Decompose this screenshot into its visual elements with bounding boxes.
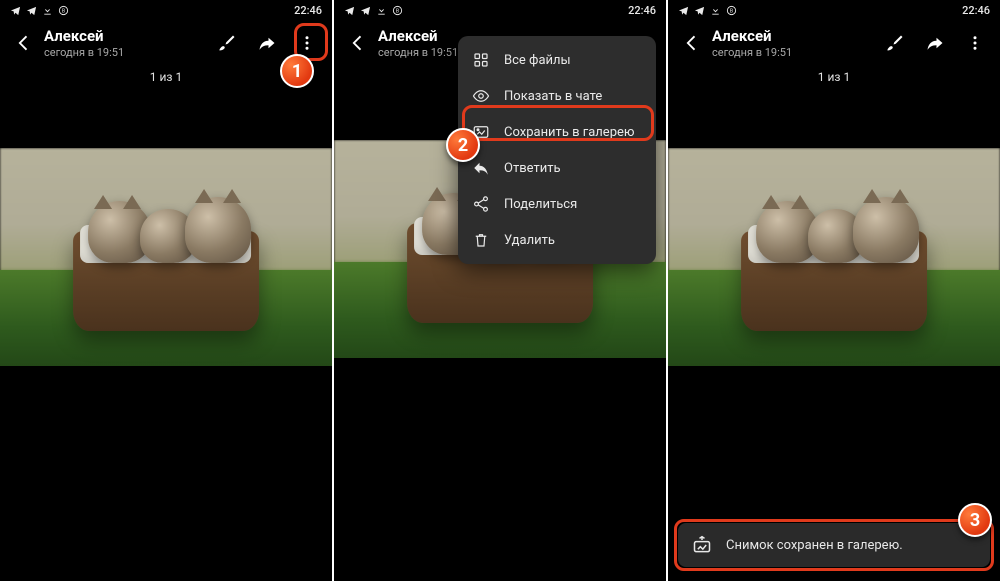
forward-button[interactable]	[916, 24, 954, 62]
app-badge-icon: B	[58, 5, 69, 16]
menu-show-in-chat[interactable]: Показать в чате	[458, 78, 656, 114]
forward-icon	[258, 34, 276, 52]
status-time: 22:46	[962, 4, 990, 17]
share-icon	[472, 195, 490, 213]
status-time: 22:46	[628, 4, 656, 17]
app-badge-icon: B	[392, 5, 403, 16]
more-vert-icon	[298, 34, 316, 52]
image-counter: 1 из 1	[668, 66, 1000, 94]
arrow-left-icon	[14, 33, 34, 53]
contact-name: Алексей	[378, 27, 458, 45]
download-icon	[42, 5, 53, 16]
svg-text:B: B	[62, 8, 65, 14]
app-bar: Алексей сегодня в 19:51	[668, 20, 1000, 66]
status-left: B	[10, 5, 69, 16]
status-bar: B 22:46	[668, 0, 1000, 20]
menu-label: Сохранить в галерею	[504, 125, 635, 140]
badge-1: 1	[280, 54, 314, 88]
telegram-icon	[360, 5, 371, 16]
trash-icon	[472, 231, 490, 249]
status-time: 22:46	[294, 4, 322, 17]
forward-icon	[926, 34, 944, 52]
back-button[interactable]	[340, 25, 376, 61]
back-button[interactable]	[6, 25, 42, 61]
badge-3: 3	[958, 503, 992, 537]
menu-label: Показать в чате	[504, 89, 602, 104]
badge-2: 2	[446, 128, 480, 162]
toast-saved: Снимок сохранен в галерею.	[678, 523, 990, 567]
photo-kittens	[668, 148, 1000, 366]
telegram-icon	[694, 5, 705, 16]
edit-button[interactable]	[876, 24, 914, 62]
svg-text:B: B	[730, 8, 733, 14]
screen-3: B 22:46 Алексей сегодня в 19:51 1 из 1	[668, 0, 1000, 581]
status-bar: B 22:46	[0, 0, 332, 20]
app-badge-icon: B	[726, 5, 737, 16]
more-button[interactable]	[956, 24, 994, 62]
status-bar: B 22:46	[334, 0, 666, 20]
contact-name: Алексей	[44, 27, 124, 45]
menu-all-files[interactable]: Все файлы	[458, 42, 656, 78]
grid-icon	[472, 51, 490, 69]
screen-1: B 22:46 Алексей сегодня в 19:51 1 из 1	[0, 0, 332, 581]
contact-subtitle: сегодня в 19:51	[44, 46, 124, 59]
menu-save-to-gallery[interactable]: Сохранить в галерею	[458, 114, 656, 150]
title-block[interactable]: Алексей сегодня в 19:51	[378, 27, 458, 59]
forward-button[interactable]	[248, 24, 286, 62]
menu-label: Все файлы	[504, 53, 571, 68]
status-left: B	[344, 5, 403, 16]
title-block[interactable]: Алексей сегодня в 19:51	[712, 27, 792, 59]
action-group	[208, 24, 326, 62]
telegram-icon	[10, 5, 21, 16]
edit-button[interactable]	[208, 24, 246, 62]
svg-text:B: B	[396, 8, 399, 14]
download-icon	[710, 5, 721, 16]
screen-2: B 22:46 Алексей сегодня в 19:51 Все файл…	[334, 0, 666, 581]
photo-kittens	[0, 148, 332, 366]
menu-reply[interactable]: Ответить	[458, 150, 656, 186]
more-vert-icon	[966, 34, 984, 52]
action-group	[876, 24, 994, 62]
reply-icon	[472, 159, 490, 177]
app-bar: Алексей сегодня в 19:51	[0, 20, 332, 66]
menu-label: Удалить	[504, 233, 555, 248]
arrow-left-icon	[348, 33, 368, 53]
menu-label: Поделиться	[504, 197, 577, 212]
image-saved-icon	[692, 535, 712, 555]
contact-subtitle: сегодня в 19:51	[712, 46, 792, 59]
telegram-icon	[26, 5, 37, 16]
contact-name: Алексей	[712, 27, 792, 45]
contact-subtitle: сегодня в 19:51	[378, 46, 458, 59]
arrow-left-icon	[682, 33, 702, 53]
image-viewer[interactable]	[0, 94, 332, 581]
menu-delete[interactable]: Удалить	[458, 222, 656, 258]
telegram-icon	[678, 5, 689, 16]
menu-share[interactable]: Поделиться	[458, 186, 656, 222]
back-button[interactable]	[674, 25, 710, 61]
telegram-icon	[344, 5, 355, 16]
brush-icon	[218, 34, 236, 52]
brush-icon	[886, 34, 904, 52]
status-left: B	[678, 5, 737, 16]
image-viewer[interactable]	[668, 94, 1000, 581]
context-menu: Все файлы Показать в чате Сохранить в га…	[458, 36, 656, 264]
eye-icon	[472, 87, 490, 105]
menu-label: Ответить	[504, 161, 561, 176]
toast-text: Снимок сохранен в галерею.	[726, 538, 903, 553]
title-block[interactable]: Алексей сегодня в 19:51	[44, 27, 124, 59]
download-icon	[376, 5, 387, 16]
